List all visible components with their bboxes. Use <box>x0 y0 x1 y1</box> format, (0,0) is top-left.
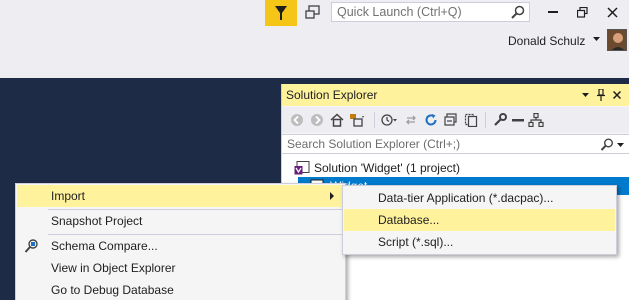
collapse-all-button[interactable] <box>442 111 460 129</box>
restore-icon <box>576 6 588 18</box>
solution-explorer-header: Solution Explorer <box>282 84 629 106</box>
title-bar: Quick Launch (Ctrl+Q) <box>0 0 629 26</box>
panel-title: Solution Explorer <box>286 88 378 102</box>
restore-button[interactable] <box>570 2 594 22</box>
chevron-down-icon <box>581 92 589 97</box>
project-context-menu: Import Snapshot Project Schema Compare..… <box>15 183 346 300</box>
wrench-icon <box>494 113 507 126</box>
history-icon <box>381 114 397 126</box>
home-icon <box>330 113 344 127</box>
menu-item-import-database[interactable]: Database... <box>344 209 615 231</box>
close-button[interactable] <box>600 2 624 22</box>
menu-item-label: Script (*.sql)... <box>378 235 454 249</box>
pending-changes-filter-button[interactable] <box>380 111 398 129</box>
feedback-button[interactable] <box>303 3 323 23</box>
flag-icon <box>275 6 287 20</box>
menu-item-snapshot-project[interactable]: Snapshot Project <box>17 210 344 232</box>
minimize-button[interactable] <box>541 2 565 22</box>
preview-selected-button[interactable] <box>509 111 527 129</box>
quick-launch-input[interactable]: Quick Launch (Ctrl+Q) <box>331 2 530 22</box>
back-button[interactable] <box>288 111 306 129</box>
minimize-icon <box>548 11 558 13</box>
forward-icon <box>311 114 323 126</box>
notifications-button[interactable] <box>265 0 297 26</box>
panel-close-button[interactable] <box>610 87 624 103</box>
switch-views-icon <box>350 114 364 127</box>
toolbar-separator <box>485 112 486 128</box>
chevron-down-icon[interactable] <box>593 37 600 42</box>
refresh-button[interactable] <box>422 111 440 129</box>
panel-dropdown-button[interactable] <box>578 87 592 103</box>
solution-explorer-search-input[interactable]: Search Solution Explorer (Ctrl+;) <box>282 134 629 154</box>
switch-views-button[interactable] <box>348 111 366 129</box>
submenu-arrow-icon <box>330 192 334 200</box>
pin-icon <box>597 89 605 101</box>
menu-item-label: View in Object Explorer <box>51 261 176 275</box>
forward-button[interactable] <box>308 111 326 129</box>
close-icon <box>606 6 618 18</box>
back-icon <box>291 114 303 126</box>
home-button[interactable] <box>328 111 346 129</box>
search-icon <box>511 5 525 19</box>
schema-compare-icon <box>24 238 40 254</box>
quick-launch-placeholder: Quick Launch (Ctrl+Q) <box>337 5 462 19</box>
properties-button[interactable] <box>491 111 509 129</box>
user-name[interactable]: Donald Schulz <box>508 34 585 48</box>
chevron-down-icon[interactable] <box>617 143 624 148</box>
menu-item-label: Data-tier Application (*.dacpac)... <box>378 191 554 205</box>
menu-item-schema-compare[interactable]: Schema Compare... <box>17 235 344 257</box>
menu-item-import[interactable]: Import <box>17 185 344 207</box>
close-icon <box>613 91 621 99</box>
menu-item-view-in-object-explorer[interactable]: View in Object Explorer <box>17 257 344 279</box>
class-view-button[interactable] <box>527 111 545 129</box>
sync-button[interactable] <box>402 111 420 129</box>
toolbar-separator <box>374 112 375 128</box>
pin-button[interactable] <box>594 87 608 103</box>
show-all-files-icon <box>464 113 478 127</box>
avatar[interactable] <box>607 29 627 51</box>
search-placeholder: Search Solution Explorer (Ctrl+;) <box>287 137 461 151</box>
menu-item-import-script[interactable]: Script (*.sql)... <box>344 231 615 253</box>
menu-item-import-dacpac[interactable]: Data-tier Application (*.dacpac)... <box>344 187 615 209</box>
tree-item-solution[interactable]: Solution 'Widget' (1 project) <box>282 159 629 177</box>
sync-icon <box>406 115 416 125</box>
menu-item-label: Go to Debug Database <box>51 283 174 297</box>
menu-item-label: Database... <box>378 213 440 227</box>
solution-icon <box>294 161 310 175</box>
account-bar: Donald Schulz <box>0 26 629 78</box>
menu-item-label: Import <box>51 189 86 203</box>
show-all-files-button[interactable] <box>462 111 480 129</box>
feedback-icon <box>305 5 320 19</box>
hierarchy-icon <box>528 113 544 127</box>
menu-item-go-to-debug-database[interactable]: Go to Debug Database <box>17 279 344 300</box>
search-icon <box>600 138 613 151</box>
import-submenu: Data-tier Application (*.dacpac)... Data… <box>342 185 617 255</box>
solution-explorer-toolbar <box>282 107 629 133</box>
dash-icon <box>512 119 524 122</box>
tree-item-label: Solution 'Widget' (1 project) <box>314 161 460 175</box>
collapse-all-icon <box>444 113 457 126</box>
menu-item-label: Schema Compare... <box>51 239 158 253</box>
refresh-icon <box>425 114 437 126</box>
user-photo-icon <box>608 30 626 50</box>
menu-item-label: Snapshot Project <box>51 214 143 228</box>
